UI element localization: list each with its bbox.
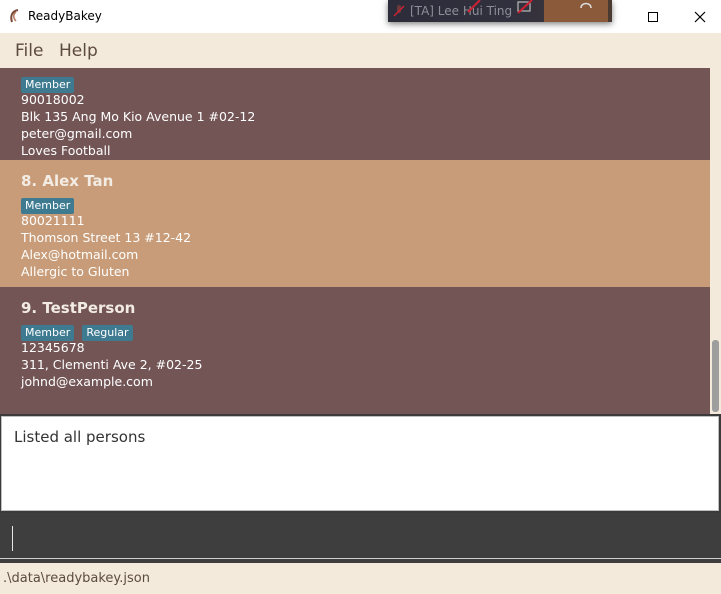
data-file-path: .\data\readybakey.json [3, 571, 150, 586]
tag-badge: Regular [82, 325, 133, 341]
person-email: johnd@example.com [21, 374, 153, 389]
result-text: Listed all persons [14, 428, 146, 446]
person-address: Thomson Street 13 #12-42 [21, 230, 192, 245]
person-phone: 12345678 [21, 340, 85, 355]
person-address: Blk 135 Ang Mo Kio Avenue 1 #02-12 [21, 109, 256, 124]
mic-muted-icon [393, 5, 405, 17]
close-icon [694, 11, 706, 22]
result-display[interactable]: Listed all persons [1, 416, 719, 511]
maximize-button[interactable] [630, 0, 676, 33]
caller-name: [TA] Lee Hui Ting [410, 4, 513, 18]
menu-file[interactable]: File [15, 41, 43, 61]
person-name: 9. TestPerson [21, 299, 136, 317]
person-email: Alex@hotmail.com [21, 247, 139, 262]
maximize-icon [648, 11, 658, 22]
status-bar: .\data\readybakey.json [0, 563, 721, 594]
app-logo-icon [10, 9, 19, 23]
person-email: peter@gmail.com [21, 126, 133, 141]
person-name: 8. Alex Tan [21, 172, 114, 190]
person-tags: Member [21, 194, 710, 214]
result-panel: Listed all persons [0, 414, 721, 513]
mic-off-icon [467, 0, 481, 13]
person-address: 311, Clementi Ave 2, #02-25 [21, 357, 203, 372]
command-box[interactable] [0, 513, 721, 563]
person-name [21, 68, 710, 71]
person-remark: Loves Football [21, 143, 111, 158]
person-card[interactable]: 9. TestPerson Member Regular 12345678 31… [0, 287, 710, 414]
share-icon [580, 2, 592, 9]
person-list[interactable]: Member 90018002 Blk 135 Ang Mo Kio Avenu… [0, 68, 710, 414]
person-phone: 80021111 [21, 213, 85, 228]
scrollbar-thumb[interactable] [712, 340, 719, 412]
call-overlay[interactable]: [TA] Lee Hui Ting [388, 0, 612, 22]
list-scrollbar[interactable] [710, 68, 721, 414]
menu-bar: File Help [0, 33, 721, 68]
title-bar: ReadyBakey [0, 0, 721, 33]
person-tags: Member [21, 73, 710, 93]
person-card[interactable]: 8. Alex Tan Member 80021111 Thomson Stre… [0, 160, 710, 287]
person-phone: 90018002 [21, 92, 85, 107]
person-tags: Member Regular [21, 321, 710, 341]
person-remark: Allergic to Gluten [21, 264, 130, 279]
text-caret [12, 526, 13, 551]
window-title: ReadyBakey [28, 9, 102, 23]
camera-off-icon [517, 0, 533, 14]
close-button[interactable] [677, 0, 721, 33]
menu-help[interactable]: Help [59, 41, 98, 61]
person-card[interactable]: Member 90018002 Blk 135 Ang Mo Kio Avenu… [0, 68, 710, 160]
command-underline [0, 558, 721, 559]
video-thumbnail [544, 0, 608, 22]
